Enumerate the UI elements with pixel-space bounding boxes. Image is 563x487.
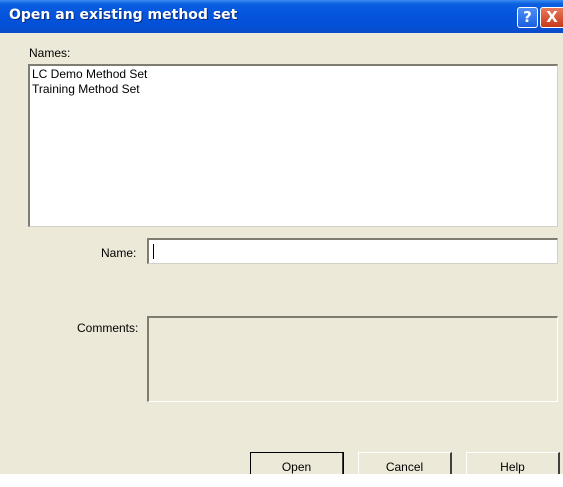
cancel-button[interactable]: Cancel — [358, 452, 452, 474]
text-caret — [153, 244, 154, 259]
name-field[interactable] — [147, 238, 558, 264]
names-listbox[interactable]: LC Demo Method Set Training Method Set — [28, 64, 558, 227]
open-button-label: Open — [281, 459, 312, 474]
comments-field[interactable] — [147, 316, 558, 402]
close-icon[interactable]: X — [540, 7, 563, 28]
names-label: Names: — [29, 46, 71, 60]
open-method-set-dialog: Open an existing method set ? X Names: L… — [0, 0, 563, 474]
help-button[interactable]: Help — [466, 452, 560, 474]
comments-label: Comments: — [77, 321, 139, 335]
title-bar[interactable]: Open an existing method set ? X — [0, 0, 563, 33]
list-item[interactable]: LC Demo Method Set — [32, 67, 555, 82]
name-label: Name: — [101, 246, 137, 260]
list-item[interactable]: Training Method Set — [32, 82, 555, 97]
open-button[interactable]: Open — [250, 452, 344, 474]
help-icon[interactable]: ? — [517, 7, 538, 28]
dialog-title: Open an existing method set — [9, 7, 238, 23]
